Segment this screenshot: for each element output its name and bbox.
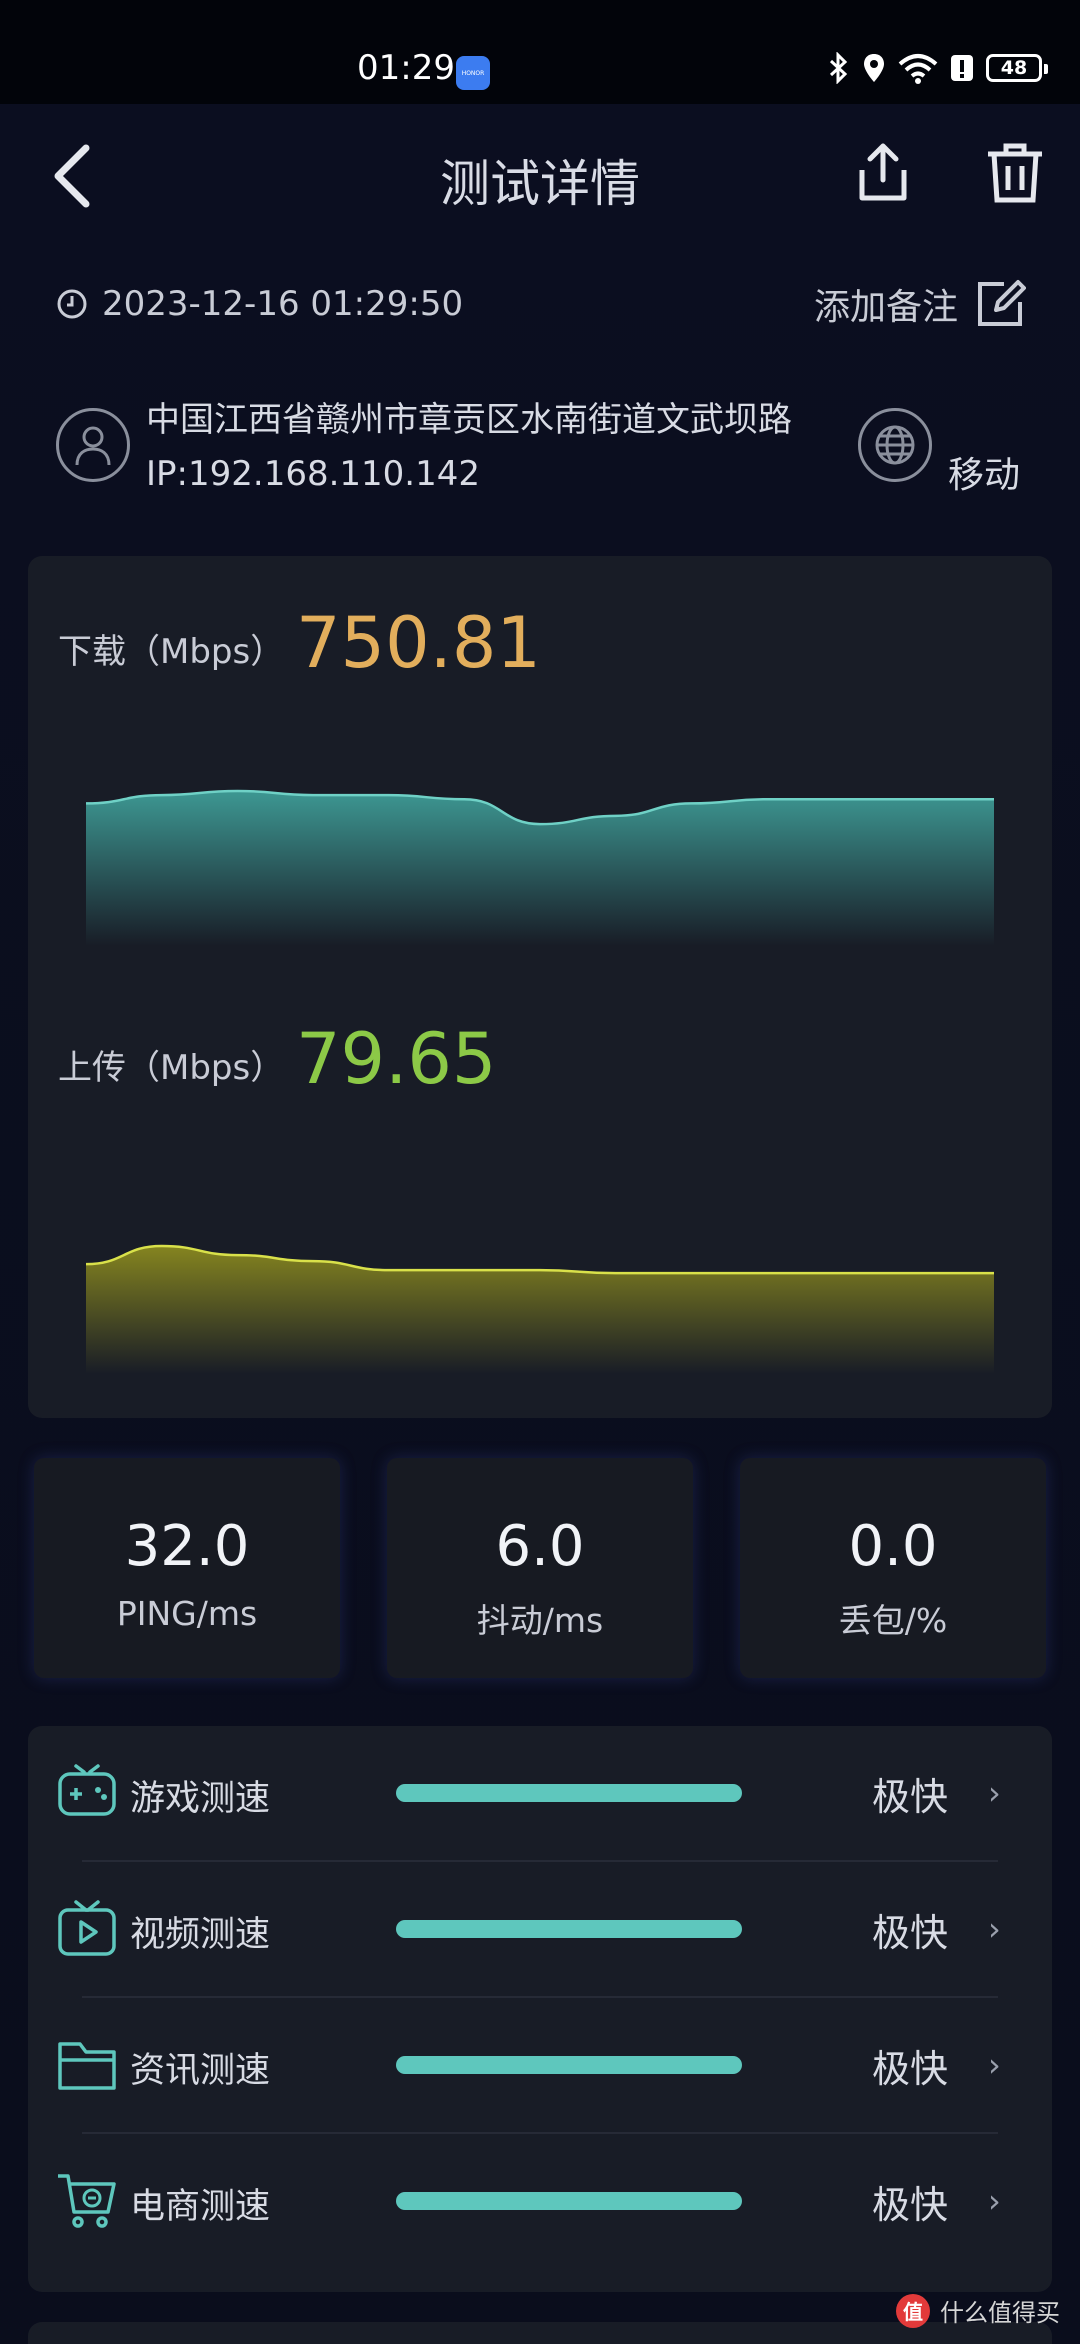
packet-loss-stat: 0.0 丢包/% — [740, 1458, 1046, 1678]
speed-level-bar — [396, 2192, 742, 2210]
carrier-text: 移动 — [948, 455, 1021, 496]
datetime-text: 2023-12-16 01:29:50 — [102, 284, 464, 324]
chart-area — [86, 790, 994, 946]
list-item-game[interactable]: 游戏测速 极快 › — [28, 1726, 1052, 1862]
folder-icon — [58, 2042, 116, 2090]
speed-level-bar — [396, 1920, 742, 1938]
stat-label: PING/ms — [116, 1594, 258, 1633]
stat-label: 抖动/ms — [476, 1601, 604, 1640]
speed-level-bar — [396, 1784, 742, 1802]
list-item-news[interactable]: 资讯测速 极快 › — [28, 1998, 1052, 2134]
stat-label: 丢包/% — [838, 1601, 948, 1640]
shopping-cart-icon — [58, 2174, 116, 2228]
chart-area — [86, 1246, 994, 1374]
alert-icon — [951, 55, 973, 81]
edit-icon — [978, 280, 1026, 326]
test-datetime: 2023-12-16 01:29:50 — [56, 284, 463, 324]
bluetooth-icon — [829, 52, 848, 84]
address-text: 中国江西省赣州市章贡区水南街道文武坝路 — [146, 400, 792, 440]
user-icon — [56, 408, 130, 482]
location-icon — [864, 54, 884, 82]
battery-icon: 48 — [986, 54, 1048, 82]
speed-label: 电商测速 — [130, 2187, 271, 2227]
speed-result: 极快 — [872, 1911, 949, 1955]
ip-text: IP:192.168.110.142 — [146, 454, 480, 494]
video-tv-icon — [58, 1900, 116, 1956]
clock-icon — [57, 289, 87, 319]
location-row: 中国江西省赣州市章贡区水南街道文武坝路 IP:192.168.110.142 移… — [56, 386, 1026, 506]
speed-result: 极快 — [872, 2047, 949, 2091]
list-item-ecommerce[interactable]: 电商测速 极快 › — [28, 2134, 1052, 2270]
speed-result: 极快 — [872, 2183, 949, 2227]
add-note-button[interactable]: 添加备注 — [814, 278, 1026, 330]
speed-label: 游戏测速 — [130, 1779, 271, 1819]
share-icon — [859, 143, 907, 201]
status-time: 01:29 — [357, 48, 455, 88]
stats-row: 32.0 PING/ms 6.0 抖动/ms 0.0 丢包/% — [34, 1458, 1046, 1678]
upload-chart — [86, 1244, 994, 1374]
chevron-right-icon: › — [988, 1910, 1001, 1948]
chevron-right-icon: › — [988, 2182, 1001, 2220]
download-value: 750.81 — [296, 602, 541, 684]
upload-label: 上传（Mbps） — [58, 1048, 285, 1088]
download-label: 下载（Mbps） — [58, 632, 285, 672]
wifi-icon — [898, 54, 938, 84]
speed-test-list: 游戏测速 极快 › 视频测速 极快 › 资讯测速 极快 › 电商测速 极快 › — [28, 1726, 1052, 2292]
trash-icon — [988, 143, 1042, 203]
list-item-video[interactable]: 视频测速 极快 › — [28, 1862, 1052, 1998]
app-bar: 测试详情 — [0, 104, 1080, 244]
watermark: 值 什么值得买 — [896, 2293, 1060, 2328]
watermark-text: 什么值得买 — [940, 2299, 1060, 2327]
chevron-right-icon: › — [988, 2046, 1001, 2084]
speed-result: 极快 — [872, 1775, 949, 1819]
upload-value: 79.65 — [296, 1018, 497, 1100]
speed-chart-card: 下载（Mbps） 750.81 上传（Mbps） 79.65 — [28, 556, 1052, 1418]
brand-badge-icon: HONOR — [456, 56, 490, 90]
speed-test-detail-screen: 01:29 HONOR 48 测试详情 2023-12-16 01:29:50 … — [0, 0, 1080, 2344]
add-note-label: 添加备注 — [813, 287, 958, 328]
download-chart — [86, 789, 994, 946]
page-title: 测试详情 — [440, 155, 640, 213]
status-icons: 48 — [828, 52, 1048, 84]
share-button[interactable] — [850, 140, 916, 206]
speed-label: 资讯测速 — [130, 2051, 271, 2091]
delete-button[interactable] — [982, 140, 1048, 206]
status-bar: 01:29 HONOR 48 — [0, 0, 1080, 104]
stat-value: 32.0 — [124, 1514, 250, 1579]
speed-label: 视频测速 — [130, 1915, 271, 1955]
ping-stat: 32.0 PING/ms — [34, 1458, 340, 1678]
speed-level-bar — [396, 2056, 742, 2074]
jitter-stat: 6.0 抖动/ms — [387, 1458, 693, 1678]
stat-value: 0.0 — [848, 1514, 938, 1579]
watermark-logo: 值 — [896, 2293, 930, 2328]
stat-value: 6.0 — [495, 1514, 585, 1579]
chevron-right-icon: › — [988, 1774, 1001, 1812]
globe-icon — [858, 408, 932, 482]
gamepad-icon — [58, 1764, 116, 1816]
